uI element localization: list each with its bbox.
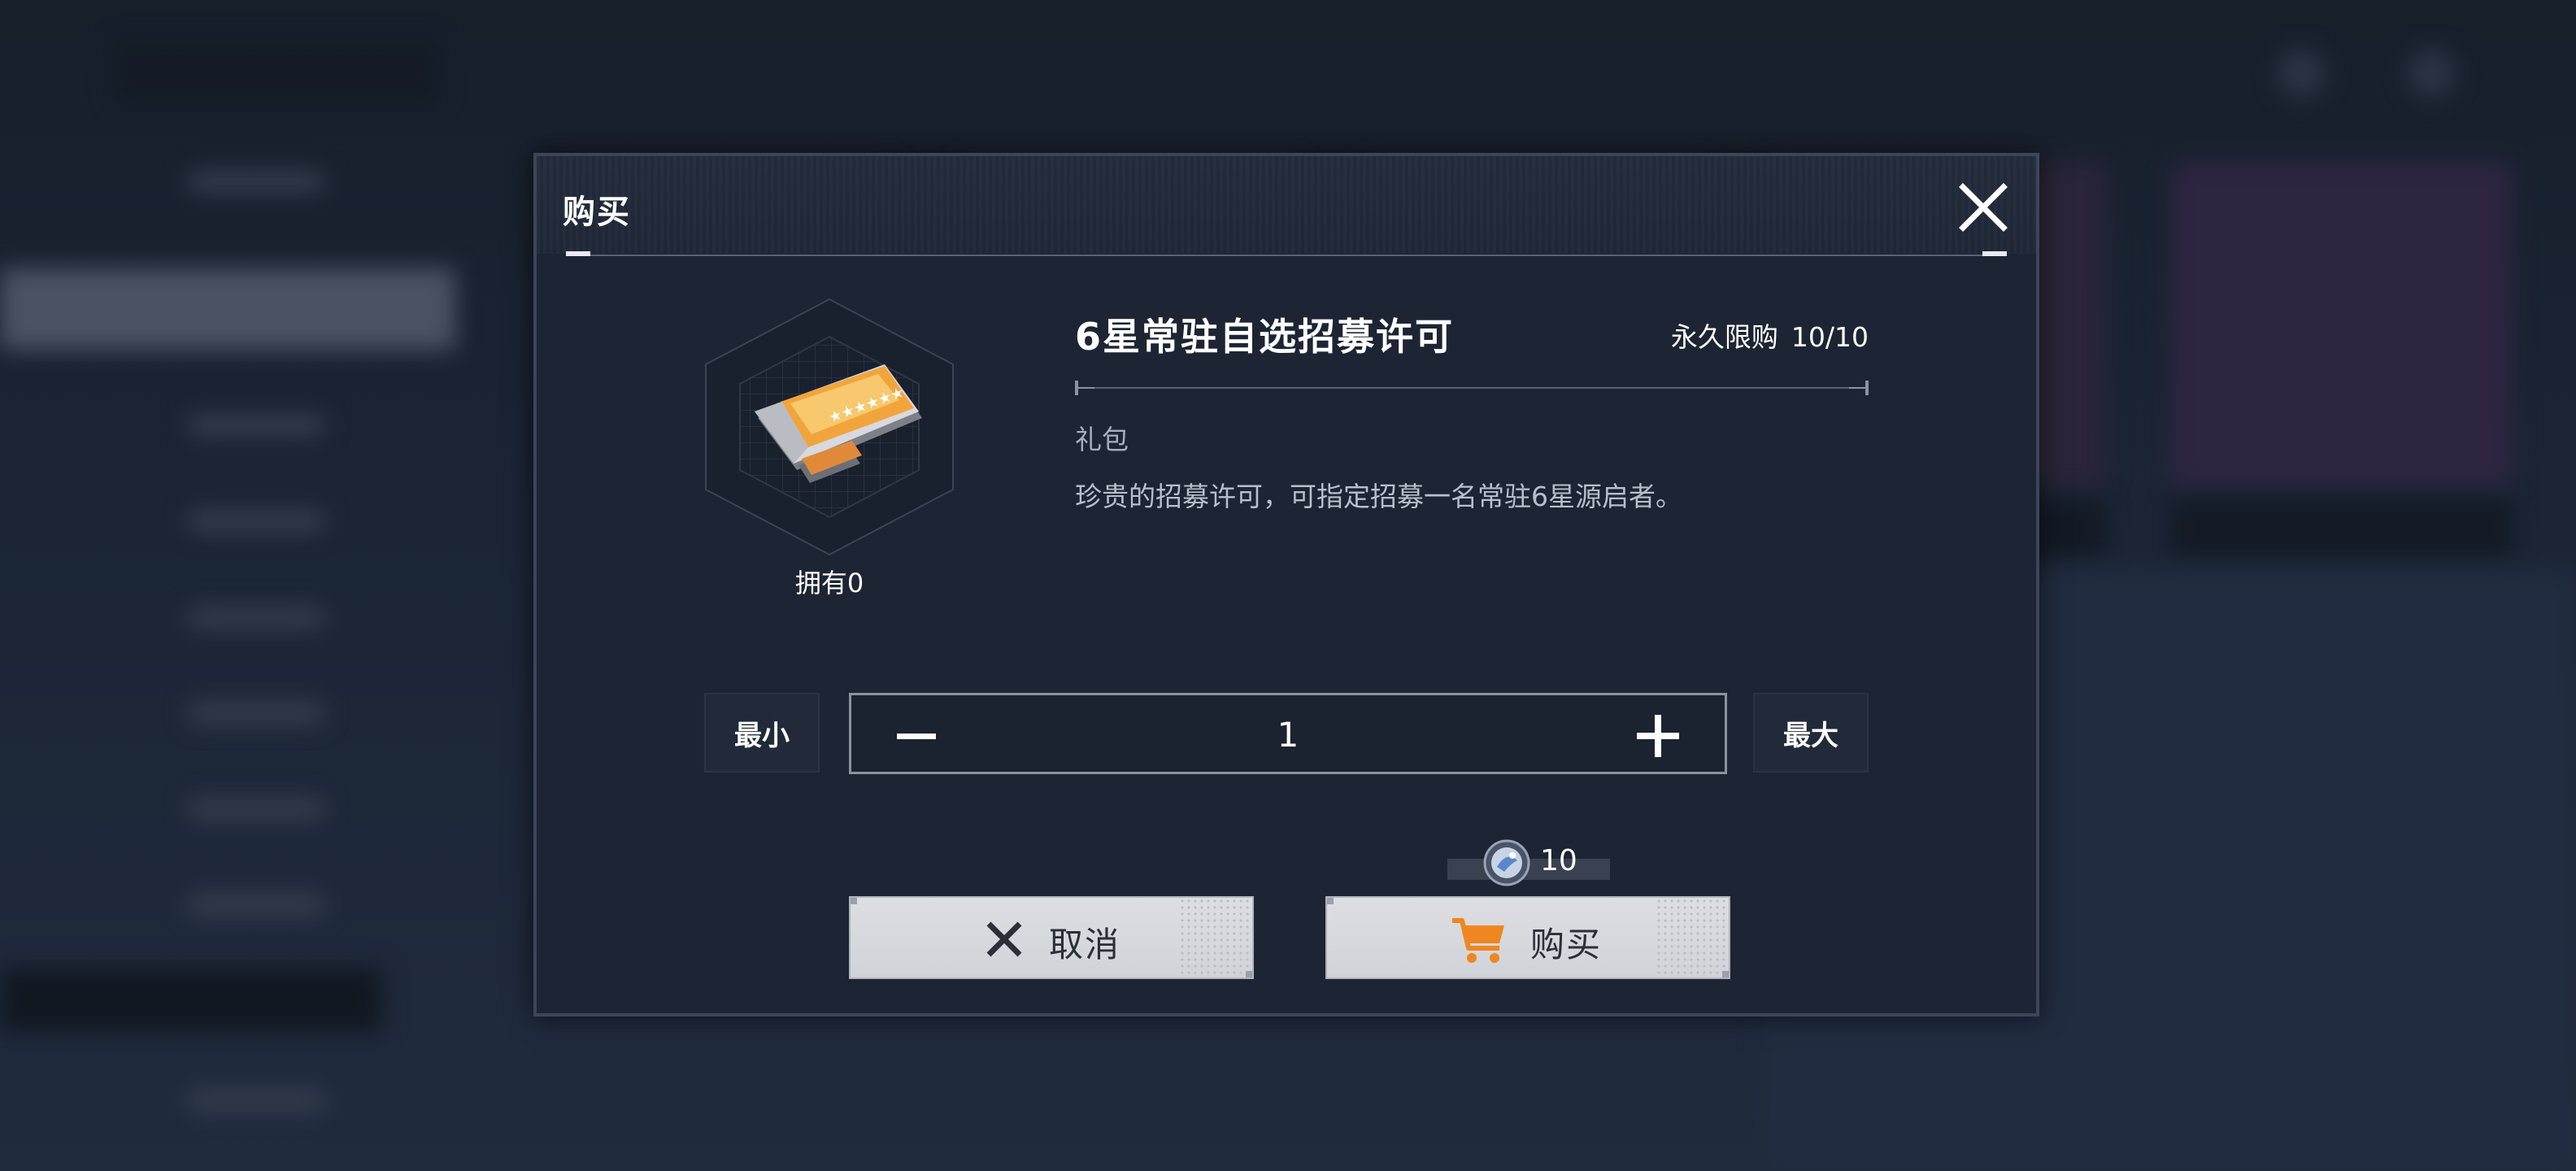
price-amount: 10 xyxy=(1540,844,1577,877)
min-quantity-label: 最小 xyxy=(734,719,790,752)
divider-tick xyxy=(566,251,590,256)
divider-cap xyxy=(1865,381,1869,395)
min-quantity-button[interactable]: 最小 xyxy=(704,693,820,773)
owned-count: 拥有0 xyxy=(794,568,864,599)
quantity-value[interactable]: 1 xyxy=(851,715,1725,755)
purchase-dialog: 购买 ★★★★★★ 拥有0 6星常驻自选招募许可 永久限购 10/10 礼包 珍… xyxy=(533,153,2039,1016)
shopping-cart-icon xyxy=(1452,918,1504,963)
currency-coin-icon xyxy=(1483,839,1530,886)
buy-label: 购买 xyxy=(1530,925,1603,964)
x-icon xyxy=(986,921,1022,957)
max-quantity-label: 最大 xyxy=(1783,719,1838,752)
dialog-header xyxy=(537,156,2036,254)
button-corner xyxy=(1327,898,1334,904)
button-corner xyxy=(1722,971,1729,977)
cancel-label: 取消 xyxy=(1049,925,1121,964)
purchase-limit: 永久限购 10/10 xyxy=(1671,316,1869,355)
purchase-limit-value: 10/10 xyxy=(1791,321,1869,353)
cancel-button[interactable]: 取消 xyxy=(849,896,1254,979)
header-divider xyxy=(569,255,2004,256)
divider-tick xyxy=(1982,251,2007,256)
item-description: 珍贵的招募许可，可指定招募一名常驻6星源启者。 xyxy=(1075,481,1682,512)
dialog-title: 购买 xyxy=(563,194,631,231)
button-texture xyxy=(1179,898,1252,977)
close-button[interactable] xyxy=(1958,182,2008,233)
buy-button[interactable]: 购买 xyxy=(1325,896,1730,979)
button-corner xyxy=(1246,971,1252,977)
button-texture xyxy=(1656,898,1729,977)
item-icon-frame: ★★★★★★ xyxy=(701,296,958,558)
info-divider xyxy=(1077,387,1869,389)
quantity-stepper: 1 xyxy=(849,693,1727,774)
max-quantity-button[interactable]: 最大 xyxy=(1753,693,1869,773)
divider-cap xyxy=(1075,387,1094,389)
purchase-limit-label: 永久限购 xyxy=(1670,321,1778,353)
plus-icon[interactable] xyxy=(1634,712,1682,760)
item-name: 6星常驻自选招募许可 xyxy=(1075,315,1455,359)
close-icon xyxy=(1959,183,2008,232)
item-type: 礼包 xyxy=(1075,424,1129,455)
button-corner xyxy=(851,898,857,904)
